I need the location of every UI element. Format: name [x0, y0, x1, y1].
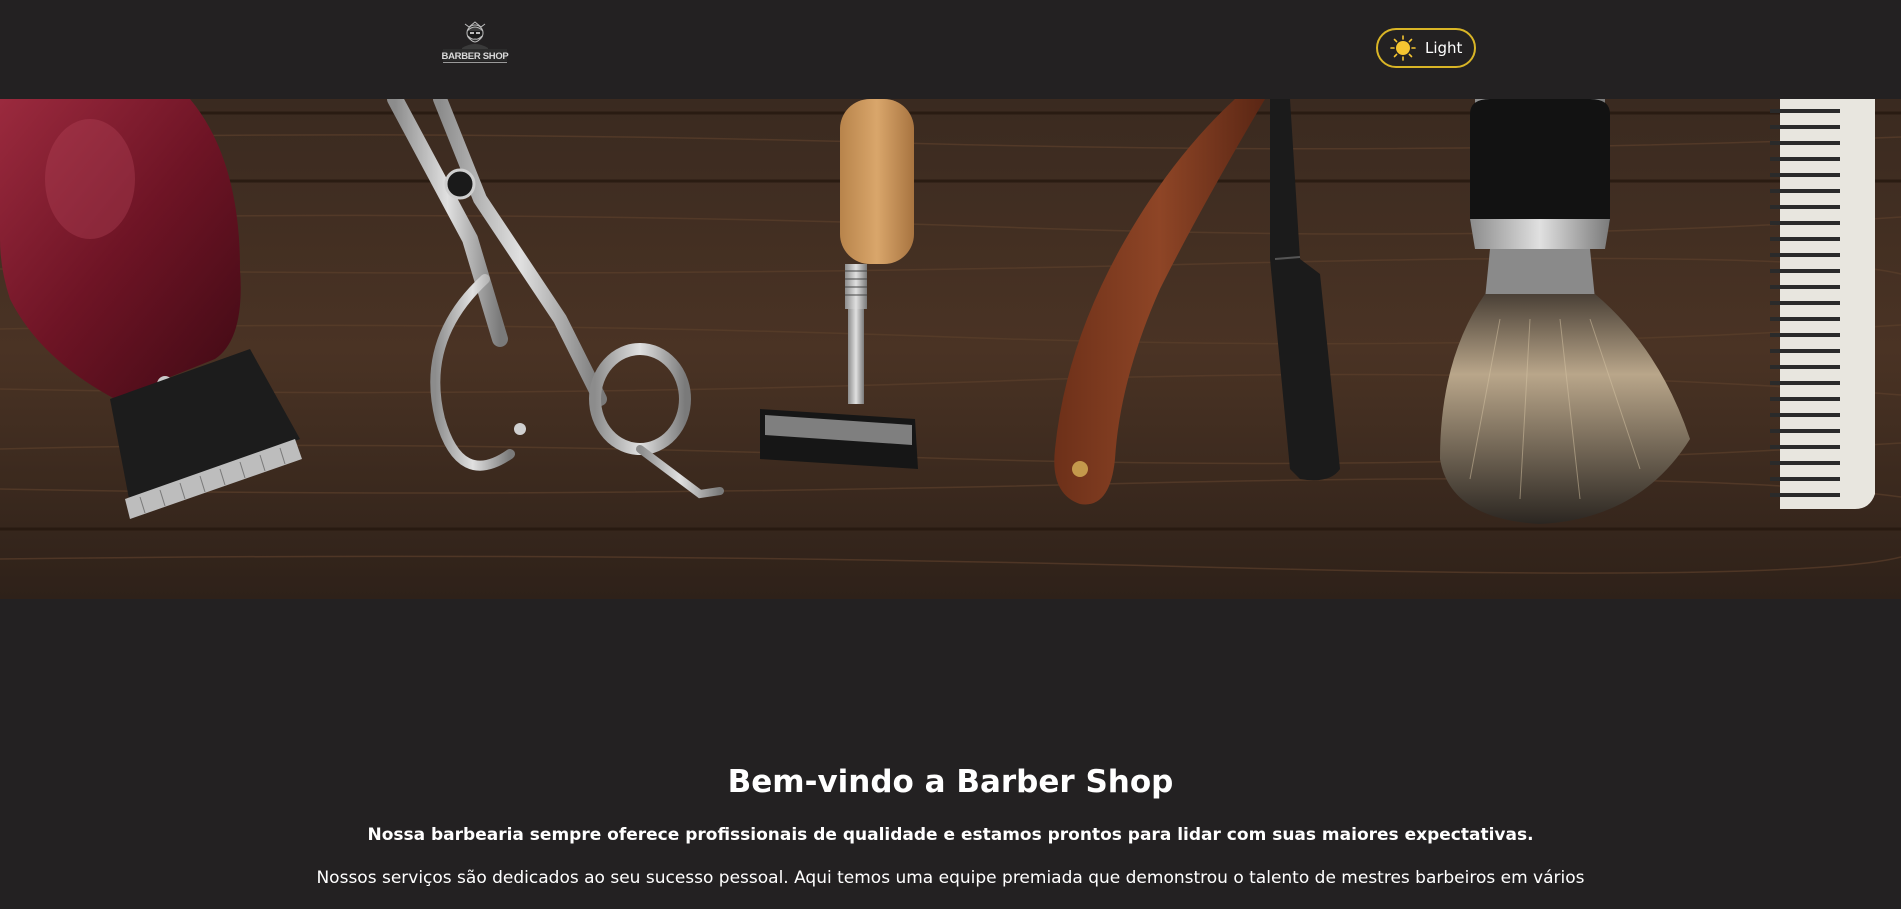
welcome-section: Bem-vindo a Barber Shop Nossa barbearia … — [0, 760, 1901, 890]
theme-toggle-label: Light — [1425, 39, 1463, 57]
bearded-barber-logo-icon: BARBER SHOP — [442, 21, 510, 63]
welcome-title: Bem-vindo a Barber Shop — [727, 764, 1174, 800]
site-header: BARBER SHOP Light — [0, 0, 1901, 99]
sun-icon — [1390, 35, 1416, 61]
welcome-lead: Nossa barbearia sempre oferece profissio… — [367, 825, 1534, 845]
theme-toggle-button[interactable]: Light — [1376, 28, 1476, 68]
barber-tools-on-wood-image — [0, 99, 1901, 599]
logo-text: BARBER SHOP — [442, 51, 510, 62]
hero-banner — [0, 99, 1901, 599]
barber-shop-logo[interactable]: BARBER SHOP — [440, 16, 510, 64]
welcome-body: Nossos serviços são dedicados ao seu suc… — [316, 868, 1585, 888]
